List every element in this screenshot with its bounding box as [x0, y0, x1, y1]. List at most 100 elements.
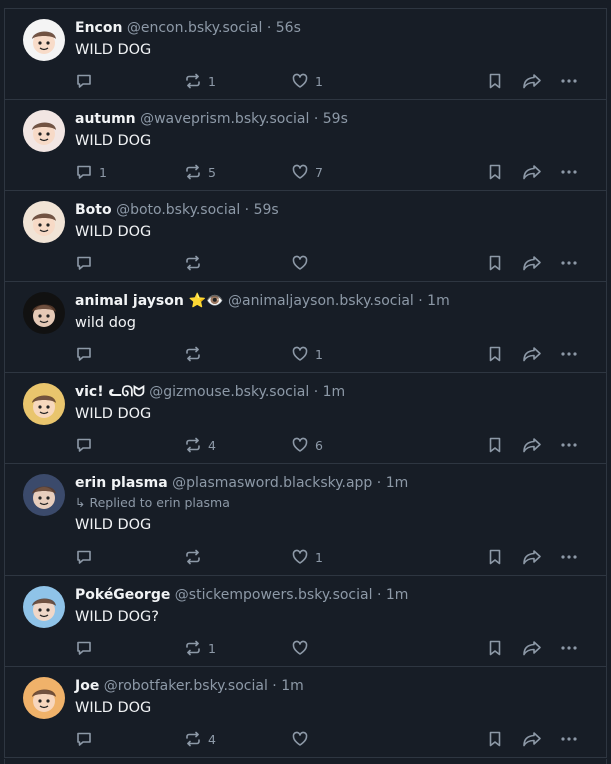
repost-icon	[184, 345, 202, 363]
share-button[interactable]	[522, 162, 542, 182]
repost-button[interactable]	[184, 344, 208, 364]
reply-count: 1	[99, 164, 107, 180]
bookmark-button[interactable]	[486, 729, 504, 749]
timestamp[interactable]: 1m	[427, 293, 450, 309]
author-name[interactable]: PokéGeorge	[75, 587, 170, 603]
author-handle[interactable]: @boto.bsky.social	[116, 202, 240, 218]
post[interactable]: Boto @boto.bsky.social · 59s WILD DOG	[5, 191, 606, 282]
share-button[interactable]	[522, 638, 542, 658]
avatar-pokegeorge[interactable]	[23, 586, 65, 628]
bookmark-button[interactable]	[486, 71, 504, 91]
reply-button[interactable]	[75, 71, 99, 91]
repost-button[interactable]: 4	[184, 435, 216, 455]
author-name[interactable]: animal jayson ⭐👁️	[75, 293, 224, 309]
avatar-boto[interactable]	[23, 201, 65, 243]
reply-button[interactable]	[75, 253, 99, 273]
ellipsis-icon	[560, 72, 578, 90]
like-button[interactable]	[291, 638, 315, 658]
share-icon	[522, 345, 542, 363]
reply-icon	[75, 436, 93, 454]
share-button[interactable]	[522, 344, 542, 364]
share-button[interactable]	[522, 729, 542, 749]
author-handle[interactable]: @waveprism.bsky.social	[140, 111, 309, 127]
timestamp[interactable]: 59s	[323, 111, 348, 127]
post[interactable]: PokéGeorge @stickempowers.bsky.social · …	[5, 576, 606, 667]
author-handle[interactable]: @stickempowers.bsky.social	[175, 587, 373, 603]
repost-button[interactable]: 1	[184, 71, 216, 91]
author-name[interactable]: Boto	[75, 202, 112, 218]
more-options-button[interactable]	[560, 253, 578, 273]
like-button[interactable]: 1	[291, 71, 323, 91]
like-button[interactable]	[291, 729, 315, 749]
post[interactable]: erin plasma @plasmasword.blacksky.app · …	[5, 464, 606, 576]
avatar-joe[interactable]	[23, 677, 65, 719]
bookmark-button[interactable]	[486, 435, 504, 455]
author-name[interactable]: vic! ᓚᘏᗢ	[75, 384, 145, 400]
timestamp[interactable]: 59s	[254, 202, 279, 218]
reply-button[interactable]	[75, 638, 99, 658]
author-name[interactable]: Joe	[75, 678, 99, 694]
author-handle[interactable]: @plasmasword.blacksky.app	[172, 475, 372, 491]
repost-button[interactable]	[184, 253, 208, 273]
avatar-jayson[interactable]	[23, 292, 65, 334]
avatar-encon[interactable]	[23, 19, 65, 61]
like-button[interactable]: 6	[291, 435, 323, 455]
separator-dot: ·	[266, 20, 272, 36]
author-handle[interactable]: @robotfaker.bsky.social	[104, 678, 268, 694]
avatar-autumn[interactable]	[23, 110, 65, 152]
reply-button[interactable]: 1	[75, 162, 107, 182]
reply-button[interactable]	[75, 729, 99, 749]
bookmark-button[interactable]	[486, 344, 504, 364]
like-button[interactable]: 1	[291, 547, 323, 567]
heart-icon	[291, 163, 309, 181]
share-button[interactable]	[522, 71, 542, 91]
more-options-button[interactable]	[560, 638, 578, 658]
more-options-button[interactable]	[560, 729, 578, 749]
post-actions: 4 6	[75, 435, 590, 455]
reply-button[interactable]	[75, 344, 99, 364]
timestamp[interactable]: 56s	[276, 20, 301, 36]
bookmark-button[interactable]	[486, 638, 504, 658]
repost-button[interactable]: 5	[184, 162, 216, 182]
timestamp[interactable]: 1m	[386, 475, 409, 491]
post[interactable]: vic! ᓚᘏᗢ @gizmouse.bsky.social · 1m WILD…	[5, 373, 606, 464]
more-options-button[interactable]	[560, 435, 578, 455]
timestamp[interactable]: 1m	[323, 384, 346, 400]
post[interactable]: animal jayson ⭐👁️ @animaljayson.bsky.soc…	[5, 282, 606, 373]
share-button[interactable]	[522, 253, 542, 273]
post[interactable]: autumn @waveprism.bsky.social · 59s WILD…	[5, 100, 606, 191]
repost-button[interactable]: 4	[184, 729, 216, 749]
author-handle[interactable]: @animaljayson.bsky.social	[228, 293, 414, 309]
share-button[interactable]	[522, 435, 542, 455]
like-count: 1	[315, 549, 323, 565]
post[interactable]: Encon @encon.bsky.social · 56s WILD DOG …	[5, 9, 606, 100]
bookmark-button[interactable]	[486, 162, 504, 182]
avatar-vic[interactable]	[23, 383, 65, 425]
post-text: WILD DOG	[75, 406, 152, 422]
repost-icon	[184, 639, 202, 657]
author-name[interactable]: autumn	[75, 111, 136, 127]
more-options-button[interactable]	[560, 547, 578, 567]
more-options-button[interactable]	[560, 71, 578, 91]
bookmark-button[interactable]	[486, 253, 504, 273]
like-button[interactable]: 7	[291, 162, 323, 182]
timestamp[interactable]: 1m	[386, 587, 409, 603]
like-button[interactable]: 1	[291, 344, 323, 364]
repost-button[interactable]: 1	[184, 638, 216, 658]
more-options-button[interactable]	[560, 344, 578, 364]
like-button[interactable]	[291, 253, 315, 273]
more-options-button[interactable]	[560, 162, 578, 182]
replied-to-label[interactable]: ↳ Replied to erin plasma	[75, 494, 590, 512]
author-name[interactable]: Encon	[75, 20, 122, 36]
author-handle[interactable]: @gizmouse.bsky.social	[149, 384, 309, 400]
timestamp[interactable]: 1m	[281, 678, 304, 694]
reply-button[interactable]	[75, 547, 99, 567]
reply-button[interactable]	[75, 435, 99, 455]
repost-button[interactable]	[184, 547, 208, 567]
avatar-erin[interactable]	[23, 474, 65, 516]
author-name[interactable]: erin plasma	[75, 475, 168, 491]
share-button[interactable]	[522, 547, 542, 567]
bookmark-button[interactable]	[486, 547, 504, 567]
post[interactable]: Joe @robotfaker.bsky.social · 1m WILD DO…	[5, 667, 606, 758]
author-handle[interactable]: @encon.bsky.social	[127, 20, 263, 36]
